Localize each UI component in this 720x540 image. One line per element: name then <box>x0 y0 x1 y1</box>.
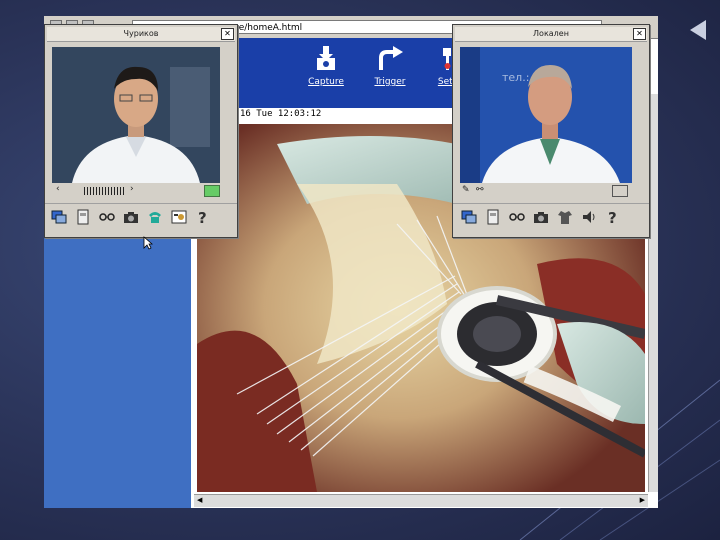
remote-participant-image <box>52 47 220 183</box>
mouse-pointer-icon <box>143 236 153 250</box>
close-button[interactable]: ✕ <box>221 28 234 40</box>
remote-window-title: Чуриков <box>47 27 235 42</box>
scroll-right-icon[interactable]: ▶ <box>640 496 645 504</box>
link-icon[interactable]: ⚯ <box>476 185 484 195</box>
scroll-left-icon[interactable]: ◀ <box>197 496 202 504</box>
help-icon[interactable]: ? <box>195 209 211 225</box>
trigger-button[interactable]: Trigger <box>360 42 420 102</box>
signal-indicator <box>204 185 220 197</box>
cassette-icon[interactable] <box>485 209 501 225</box>
capture-button[interactable]: Capture <box>296 42 356 102</box>
microphone-icon[interactable]: ✎ <box>462 185 470 195</box>
speaker-icon[interactable] <box>581 209 597 225</box>
scroll-right-icon[interactable]: › <box>130 184 134 194</box>
svg-text:?: ? <box>198 209 207 225</box>
remote-video-controls: ‹ › <box>52 184 220 199</box>
close-button[interactable]: ✕ <box>633 28 646 40</box>
local-participant-image: тел.: ( <box>460 47 632 183</box>
monitor-icon[interactable] <box>51 209 67 225</box>
triangle-bullet-icon <box>690 20 706 40</box>
scroll-left-icon[interactable]: ‹ <box>56 184 60 194</box>
cassette-icon[interactable] <box>75 209 91 225</box>
shirt-icon[interactable] <box>557 209 573 225</box>
svg-text:?: ? <box>608 209 617 225</box>
video-timestamp: 16 Tue 12:03:12 <box>240 109 322 119</box>
local-window-toolbar: ? <box>453 203 649 230</box>
local-camera-view: тел.: ( <box>460 47 632 183</box>
capture-icon <box>317 46 335 70</box>
camera-icon[interactable] <box>123 209 139 225</box>
monitor-icon[interactable] <box>461 209 477 225</box>
capture-label: Capture <box>308 77 344 87</box>
phone-icon[interactable] <box>147 209 163 225</box>
trigger-icon <box>379 46 403 70</box>
glasses-icon[interactable] <box>99 209 115 225</box>
horizontal-scrollbar[interactable]: ◀ ▶ <box>194 494 648 507</box>
remote-video-window: Чуриков ✕ ‹ › ? <box>44 24 238 238</box>
local-video-controls: ✎ ⚯ <box>460 185 632 199</box>
contact-card-icon[interactable] <box>171 209 187 225</box>
glasses-icon[interactable] <box>509 209 525 225</box>
trigger-label: Trigger <box>374 77 406 87</box>
remote-window-toolbar: ? <box>45 203 237 230</box>
camera-icon[interactable] <box>533 209 549 225</box>
volume-slider[interactable] <box>84 187 124 195</box>
remote-camera-view <box>52 47 220 183</box>
local-video-window: Локален ✕ тел.: ( ✎ ⚯ ? <box>452 24 650 238</box>
signal-indicator <box>612 185 628 197</box>
help-icon[interactable]: ? <box>605 209 621 225</box>
local-window-title: Локален <box>455 27 647 42</box>
